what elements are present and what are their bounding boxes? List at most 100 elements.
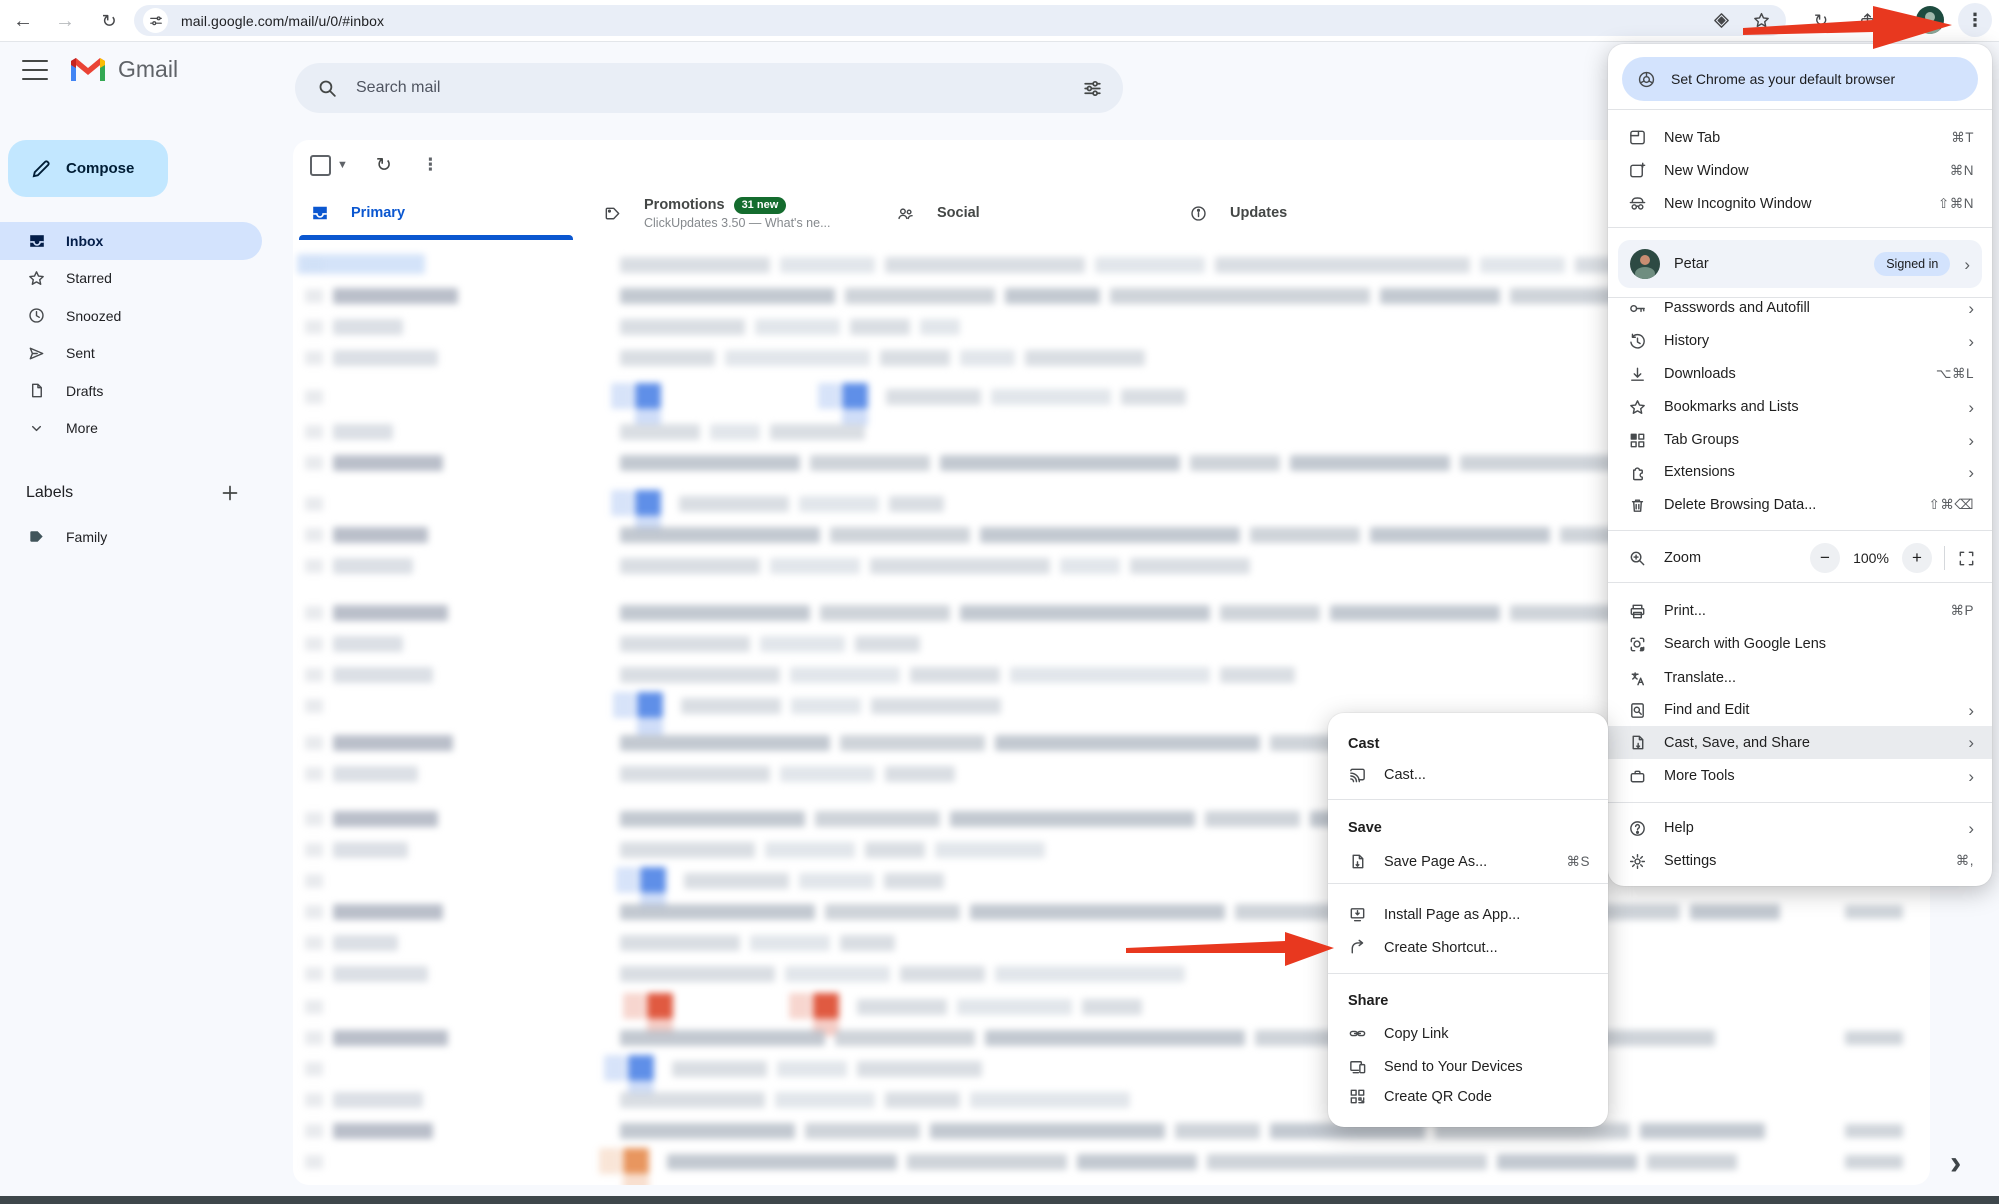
submenu-divider xyxy=(1328,883,1608,884)
cast-icon xyxy=(1348,765,1368,784)
menu-item-delete-browsing-data[interactable]: Delete Browsing Data...⇧⌘⌫ xyxy=(1608,489,1992,522)
compose-pencil-icon xyxy=(30,158,52,180)
more-options-kebab-icon[interactable]: ⋮ xyxy=(422,155,439,175)
sidebar-label-family[interactable]: Family xyxy=(0,518,262,556)
submenu-item-save-page-as[interactable]: Save Page As...⌘S xyxy=(1328,845,1608,878)
menu-item-new-incognito-window[interactable]: New Incognito Window⇧⌘N xyxy=(1608,187,1992,220)
menu-item-tab-groups[interactable]: Tab Groups› xyxy=(1608,424,1992,457)
menu-item-print[interactable]: Print...⌘P xyxy=(1608,595,1992,628)
submenu-item-create-qr-code[interactable]: Create QR Code xyxy=(1328,1080,1608,1113)
submenu-item-cast[interactable]: Cast... xyxy=(1328,758,1608,791)
side-panel-expand-chevron[interactable]: › xyxy=(1950,1144,1961,1183)
cast-save-share-submenu: Cast Cast...Save Save Page As...⌘S Insta… xyxy=(1328,713,1608,1127)
back-icon[interactable]: ← xyxy=(8,6,38,36)
select-caret-icon[interactable]: ▼ xyxy=(337,159,348,171)
download-icon xyxy=(1628,365,1648,384)
compose-label: Compose xyxy=(66,160,134,177)
zoom-in-button[interactable]: + xyxy=(1902,543,1932,573)
zoom-out-button[interactable]: − xyxy=(1810,543,1840,573)
zoom-value: 100% xyxy=(1848,550,1894,566)
sidebar-item-sent[interactable]: Sent xyxy=(0,335,262,373)
forward-icon[interactable]: → xyxy=(50,6,80,36)
tab-promotions[interactable]: Promotions31 new ClickUpdates 3.50 — Wha… xyxy=(586,186,876,240)
email-row[interactable] xyxy=(293,963,1903,989)
settings-icon xyxy=(1628,852,1648,871)
profile-name: Petar xyxy=(1674,256,1860,272)
compose-button[interactable]: Compose xyxy=(8,140,168,197)
shortcut-label: ⌘P xyxy=(1950,603,1974,619)
gmail-wordmark: Gmail xyxy=(118,56,178,83)
submenu-header-share: Share xyxy=(1328,989,1608,1013)
set-default-browser-button[interactable]: Set Chrome as your default browser xyxy=(1622,57,1978,101)
menu-item-help[interactable]: Help› xyxy=(1608,812,1992,845)
email-row[interactable] xyxy=(293,1058,1903,1084)
reload-icon[interactable]: ↻ xyxy=(94,6,124,36)
hamburger-menu-icon[interactable] xyxy=(22,60,48,80)
menu-item-new-tab[interactable]: New Tab⌘T xyxy=(1608,121,1992,154)
menu-item-find-and-edit[interactable]: Find and Edit› xyxy=(1608,694,1992,727)
bookmark-star-icon[interactable] xyxy=(1750,10,1772,32)
share-icon[interactable] xyxy=(1852,6,1882,36)
email-row[interactable] xyxy=(293,901,1903,927)
address-bar[interactable]: mail.google.com/mail/u/0/#inbox xyxy=(134,5,1786,36)
menu-item-cast-save-and-share[interactable]: Cast, Save, and Share› xyxy=(1608,726,1992,759)
tab-updates[interactable]: Updates xyxy=(1172,186,1462,240)
menu-item-extensions[interactable]: Extensions› xyxy=(1608,456,1992,489)
refresh-icon[interactable]: ↻ xyxy=(376,154,392,177)
zoom-row: Zoom − 100% + xyxy=(1608,538,1992,578)
sidebar-item-inbox[interactable]: Inbox xyxy=(0,222,262,260)
fullscreen-icon[interactable] xyxy=(1957,549,1976,568)
browser-menu-kebab-icon[interactable]: ⋮ xyxy=(1958,3,1992,37)
inbox-icon xyxy=(27,231,47,251)
email-row[interactable] xyxy=(293,1120,1903,1146)
submenu-item-copy-link[interactable]: Copy Link xyxy=(1328,1017,1608,1050)
star-icon xyxy=(1628,398,1648,417)
menu-item-new-window[interactable]: New Window⌘N xyxy=(1608,154,1992,187)
email-row[interactable] xyxy=(293,996,1903,1022)
profile-row[interactable]: Petar Signed in › xyxy=(1618,240,1982,288)
menu-item-more-tools[interactable]: More Tools› xyxy=(1608,760,1992,793)
menu-divider xyxy=(1608,582,1992,583)
sidebar-item-snoozed[interactable]: Snoozed xyxy=(0,297,262,335)
search-bar[interactable] xyxy=(295,63,1123,113)
tag-icon xyxy=(603,204,623,223)
search-options-tune-icon[interactable] xyxy=(1082,78,1103,99)
incognito-icon xyxy=(1628,194,1648,213)
email-row[interactable] xyxy=(293,932,1903,958)
submenu-item-send-to-your-devices[interactable]: Send to Your Devices xyxy=(1328,1050,1608,1083)
submenu-divider xyxy=(1328,799,1608,800)
email-row[interactable] xyxy=(293,1089,1903,1115)
create-label-plus-icon[interactable] xyxy=(220,483,240,503)
menu-item-downloads[interactable]: Downloads⌥⌘L xyxy=(1608,358,1992,391)
profile-avatar[interactable] xyxy=(1916,6,1944,34)
menu-item-translate[interactable]: Translate... xyxy=(1608,662,1992,695)
history-icon xyxy=(1628,332,1648,351)
shortcut-label: ⌘N xyxy=(1950,163,1974,179)
select-all-checkbox[interactable] xyxy=(310,155,331,176)
submenu-item-label: Install Page as App... xyxy=(1384,907,1590,923)
menu-item-search-with-google-lens[interactable]: Search with Google Lens xyxy=(1608,628,1992,661)
send-icon xyxy=(27,344,47,363)
menu-item-bookmarks-and-lists[interactable]: Bookmarks and Lists› xyxy=(1608,391,1992,424)
menu-item-settings[interactable]: Settings⌘, xyxy=(1608,845,1992,878)
lens-icon[interactable] xyxy=(1710,10,1732,32)
search-icon[interactable] xyxy=(317,78,338,99)
copy-link-icon xyxy=(1348,1024,1368,1043)
sidebar-item-more[interactable]: More xyxy=(0,410,262,448)
tab-social[interactable]: Social xyxy=(879,186,1169,240)
email-row[interactable] xyxy=(293,1027,1903,1053)
sidebar-item-starred[interactable]: Starred xyxy=(0,260,262,298)
menu-item-passwords-and-autofill[interactable]: Passwords and Autofill› xyxy=(1608,292,1992,325)
menu-item-history[interactable]: History› xyxy=(1608,325,1992,358)
search-input[interactable] xyxy=(354,78,1082,98)
email-row[interactable] xyxy=(293,1151,1903,1177)
sidebar-item-drafts[interactable]: Drafts xyxy=(0,372,262,410)
submenu-item-create-shortcut[interactable]: Create Shortcut... xyxy=(1328,931,1608,964)
sidebar-item-label: Drafts xyxy=(66,383,103,399)
submenu-item-install-page-as-app[interactable]: Install Page as App... xyxy=(1328,898,1608,931)
tab-primary[interactable]: Primary xyxy=(293,186,583,240)
extension-icon[interactable]: ↻ xyxy=(1806,6,1836,36)
save-page-icon xyxy=(1348,852,1368,871)
chevron-right-icon: › xyxy=(1964,256,1970,273)
site-info-icon[interactable] xyxy=(143,8,168,33)
